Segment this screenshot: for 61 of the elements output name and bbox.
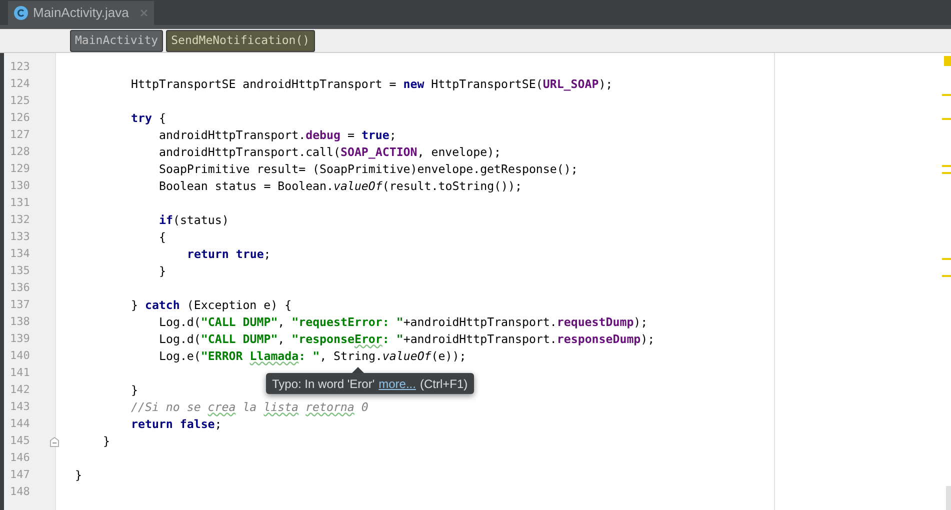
line-number: 124 [10,76,30,92]
line-number: 129 [10,161,30,178]
line-number: 147 [10,467,30,484]
line-number: 137 [10,297,30,314]
warning-stripe[interactable] [942,118,951,120]
line-number: 123 [10,59,30,76]
code-line: androidHttpTransport.call(SOAP_ACTION, envelope); [159,144,502,161]
line-number: 142 [10,382,30,398]
code-line: } [103,432,110,450]
line-number: 126 [10,110,30,126]
line-number: 134 [10,246,30,262]
code-line: } [159,262,166,280]
code-line: Log.d("CALL DUMP", "responseEror: "+androidHttpTransport.responseDump); [159,330,655,348]
tooltip-message: Typo: In word 'Eror' [272,376,375,392]
line-number: 131 [10,195,30,212]
line-number: 125 [10,93,30,110]
line-number: 141 [10,365,30,382]
file-tab[interactable]: MainActivity.java [8,1,154,25]
code-line: } [75,466,82,484]
line-number: 127 [10,127,30,144]
code-line: return false; [131,416,222,433]
warning-stripe[interactable] [942,275,951,277]
warning-stripe[interactable] [942,94,951,96]
breadcrumb[interactable]: SendMeNotification() [166,30,315,52]
code-line: //Si no se crea la lista retorna 0 [131,398,368,416]
code-line: } catch (Exception e) { [131,296,292,314]
scrollbar-thumb[interactable] [946,486,951,510]
code-line: return true; [187,246,271,263]
warning-stripe[interactable] [944,56,951,66]
code-line: { [159,228,166,246]
line-number: 135 [10,263,30,280]
line-number: 146 [10,450,30,466]
line-number: 128 [10,144,30,160]
code-line: try { [131,110,166,127]
tab-label: MainActivity.java [33,4,129,22]
line-number: 143 [10,399,30,416]
line-number: 140 [10,348,30,364]
code-line: HttpTransportSE androidHttpTransport = new HttpTransportSE(URL_SOAP); [131,76,613,93]
code-line: Log.d("CALL DUMP", "requestError: "+androidHttpTransport.requestDump); [159,314,648,331]
code-line: } [131,382,138,399]
breadcrumb[interactable]: MainActivity [70,30,164,52]
code-line: SoapPrimitive result= (SoapPrimitive)envelope.getResponse(); [159,160,578,178]
line-number: 133 [10,229,30,246]
line-number: 139 [10,331,30,348]
line-number: 145 [10,433,30,450]
code-line: androidHttpTransport.debug = true; [159,126,396,144]
code-line: if(status) [159,212,229,229]
line-number: 148 [10,484,30,500]
line-number: 144 [10,416,30,432]
line-number: 132 [10,212,30,228]
class-icon [14,6,28,20]
line-number: 136 [10,280,30,296]
shortcut-hint: (Ctrl+F1) [420,376,468,392]
line-number: 130 [10,178,30,194]
fold-icon[interactable] [50,436,59,446]
code-line: Boolean status = Boolean.valueOf(result.toString()); [159,178,522,195]
warning-stripe[interactable] [942,258,951,260]
line-number: 138 [10,314,30,330]
close-icon[interactable] [140,9,148,17]
more-link[interactable]: more... [378,374,416,392]
code-line: Log.e("ERROR Llamada: ", String.valueOf(e)); [159,348,466,365]
